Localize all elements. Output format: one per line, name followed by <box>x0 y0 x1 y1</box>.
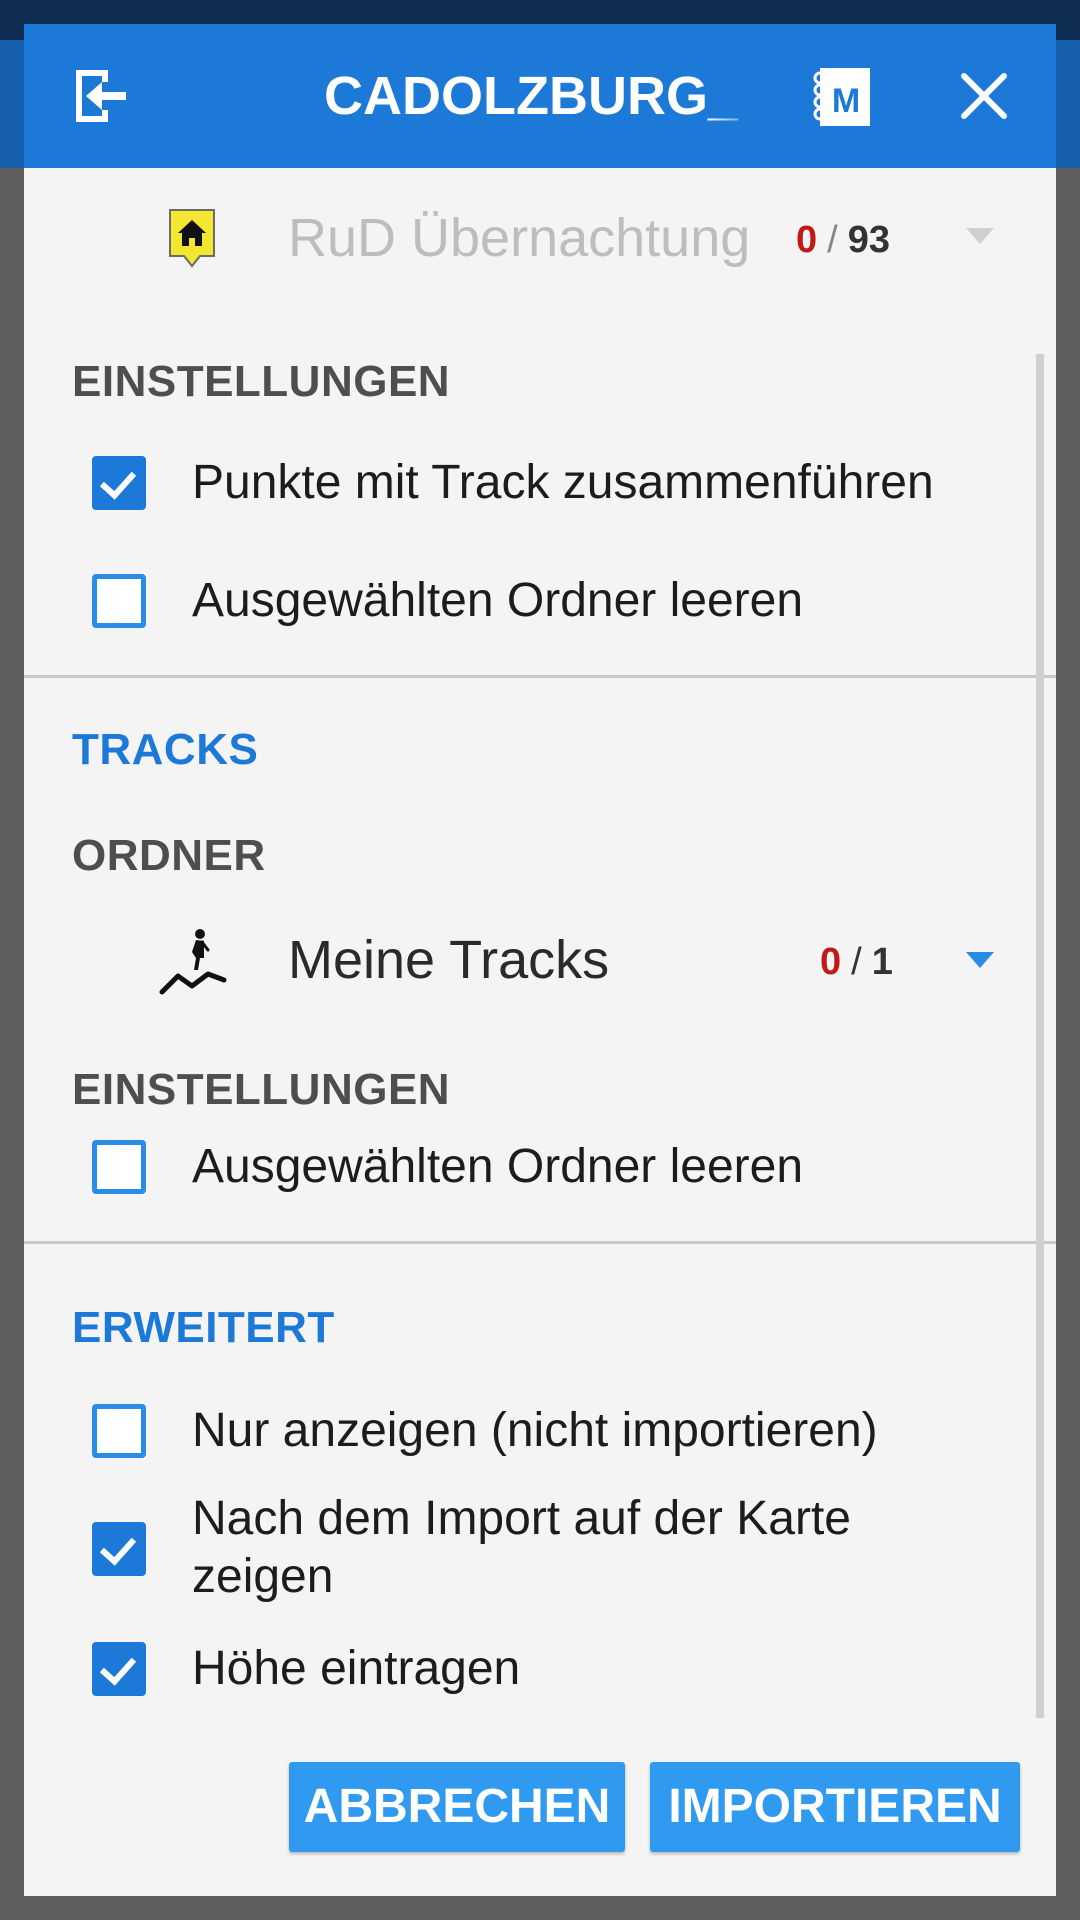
clear-points-folder-checkbox[interactable] <box>92 574 146 628</box>
scrollbar[interactable] <box>1036 354 1044 1718</box>
tracks-count-separator: / <box>851 941 862 983</box>
clear-tracks-folder-checkbox[interactable] <box>92 1140 146 1194</box>
close-icon[interactable] <box>948 60 1020 132</box>
tracks-count: 0/1 <box>820 938 893 986</box>
show-on-map-checkbox[interactable] <box>92 1522 146 1576</box>
import-dialog: CADOLZBURG_ M RuD Übernachtung 0 / 93 EI… <box>24 24 1056 1896</box>
points-settings-heading: EINSTELLUNGEN <box>72 357 451 406</box>
cancel-button[interactable]: ABBRECHEN <box>289 1762 625 1852</box>
tracks-folder-heading: ORDNER <box>72 831 266 880</box>
points-folder-name: RuD Übernachtung <box>288 208 751 268</box>
dropdown-arrow-icon <box>962 948 998 972</box>
hiker-icon <box>158 924 230 996</box>
display-only-option[interactable]: Nur anzeigen (nicht importieren) <box>92 1396 992 1466</box>
points-count: 0/93 <box>796 216 890 264</box>
display-only-label: Nur anzeigen (nicht importieren) <box>192 1404 878 1457</box>
merge-points-option[interactable]: Punkte mit Track zusammenführen <box>92 448 992 518</box>
merge-points-label: Punkte mit Track zusammenführen <box>192 456 934 509</box>
display-only-checkbox[interactable] <box>92 1404 146 1458</box>
tracks-folder-selector[interactable]: Meine Tracks 0/1 <box>24 910 1056 1010</box>
clear-points-folder-label: Ausgewählten Ordner leeren <box>192 574 804 627</box>
points-count-separator: / <box>827 219 838 261</box>
points-folder-selector[interactable]: RuD Übernachtung 0/93 <box>24 194 1056 284</box>
tracks-folder-name: Meine Tracks <box>288 930 610 990</box>
add-elevation-label: Höhe eintragen <box>192 1642 521 1695</box>
points-selected-count: 0 <box>796 219 818 261</box>
tracks-settings-heading: EINSTELLUNGEN <box>72 1065 451 1114</box>
divider <box>24 675 1056 678</box>
dropdown-arrow-icon <box>962 224 998 248</box>
exit-icon[interactable] <box>64 60 136 132</box>
advanced-section-heading: ERWEITERT <box>72 1303 335 1352</box>
clear-tracks-folder-label: Ausgewählten Ordner leeren <box>192 1140 804 1193</box>
svg-text:M: M <box>832 82 860 120</box>
dialog-header: CADOLZBURG_ M <box>24 24 1056 168</box>
import-button[interactable]: IMPORTIEREN <box>650 1762 1020 1852</box>
divider <box>24 1241 1056 1244</box>
notebook-m-icon[interactable]: M <box>806 60 878 132</box>
clear-points-folder-option[interactable]: Ausgewählten Ordner leeren <box>92 566 992 636</box>
merge-points-checkbox[interactable] <box>92 456 146 510</box>
home-marker-icon <box>164 206 220 272</box>
points-total-count: 93 <box>847 219 890 261</box>
tracks-total-count: 1 <box>871 941 893 983</box>
show-on-map-option[interactable]: Nach dem Import auf der Karte zeigen <box>92 1490 992 1610</box>
show-on-map-label: Nach dem Import auf der Karte zeigen <box>192 1492 851 1603</box>
clear-tracks-folder-option[interactable]: Ausgewählten Ordner leeren <box>92 1132 992 1202</box>
add-elevation-option[interactable]: Höhe eintragen <box>92 1634 992 1704</box>
dialog-title: CADOLZBURG_ <box>324 66 738 126</box>
tracks-section-heading: TRACKS <box>72 725 259 774</box>
tracks-selected-count: 0 <box>820 941 842 983</box>
add-elevation-checkbox[interactable] <box>92 1642 146 1696</box>
